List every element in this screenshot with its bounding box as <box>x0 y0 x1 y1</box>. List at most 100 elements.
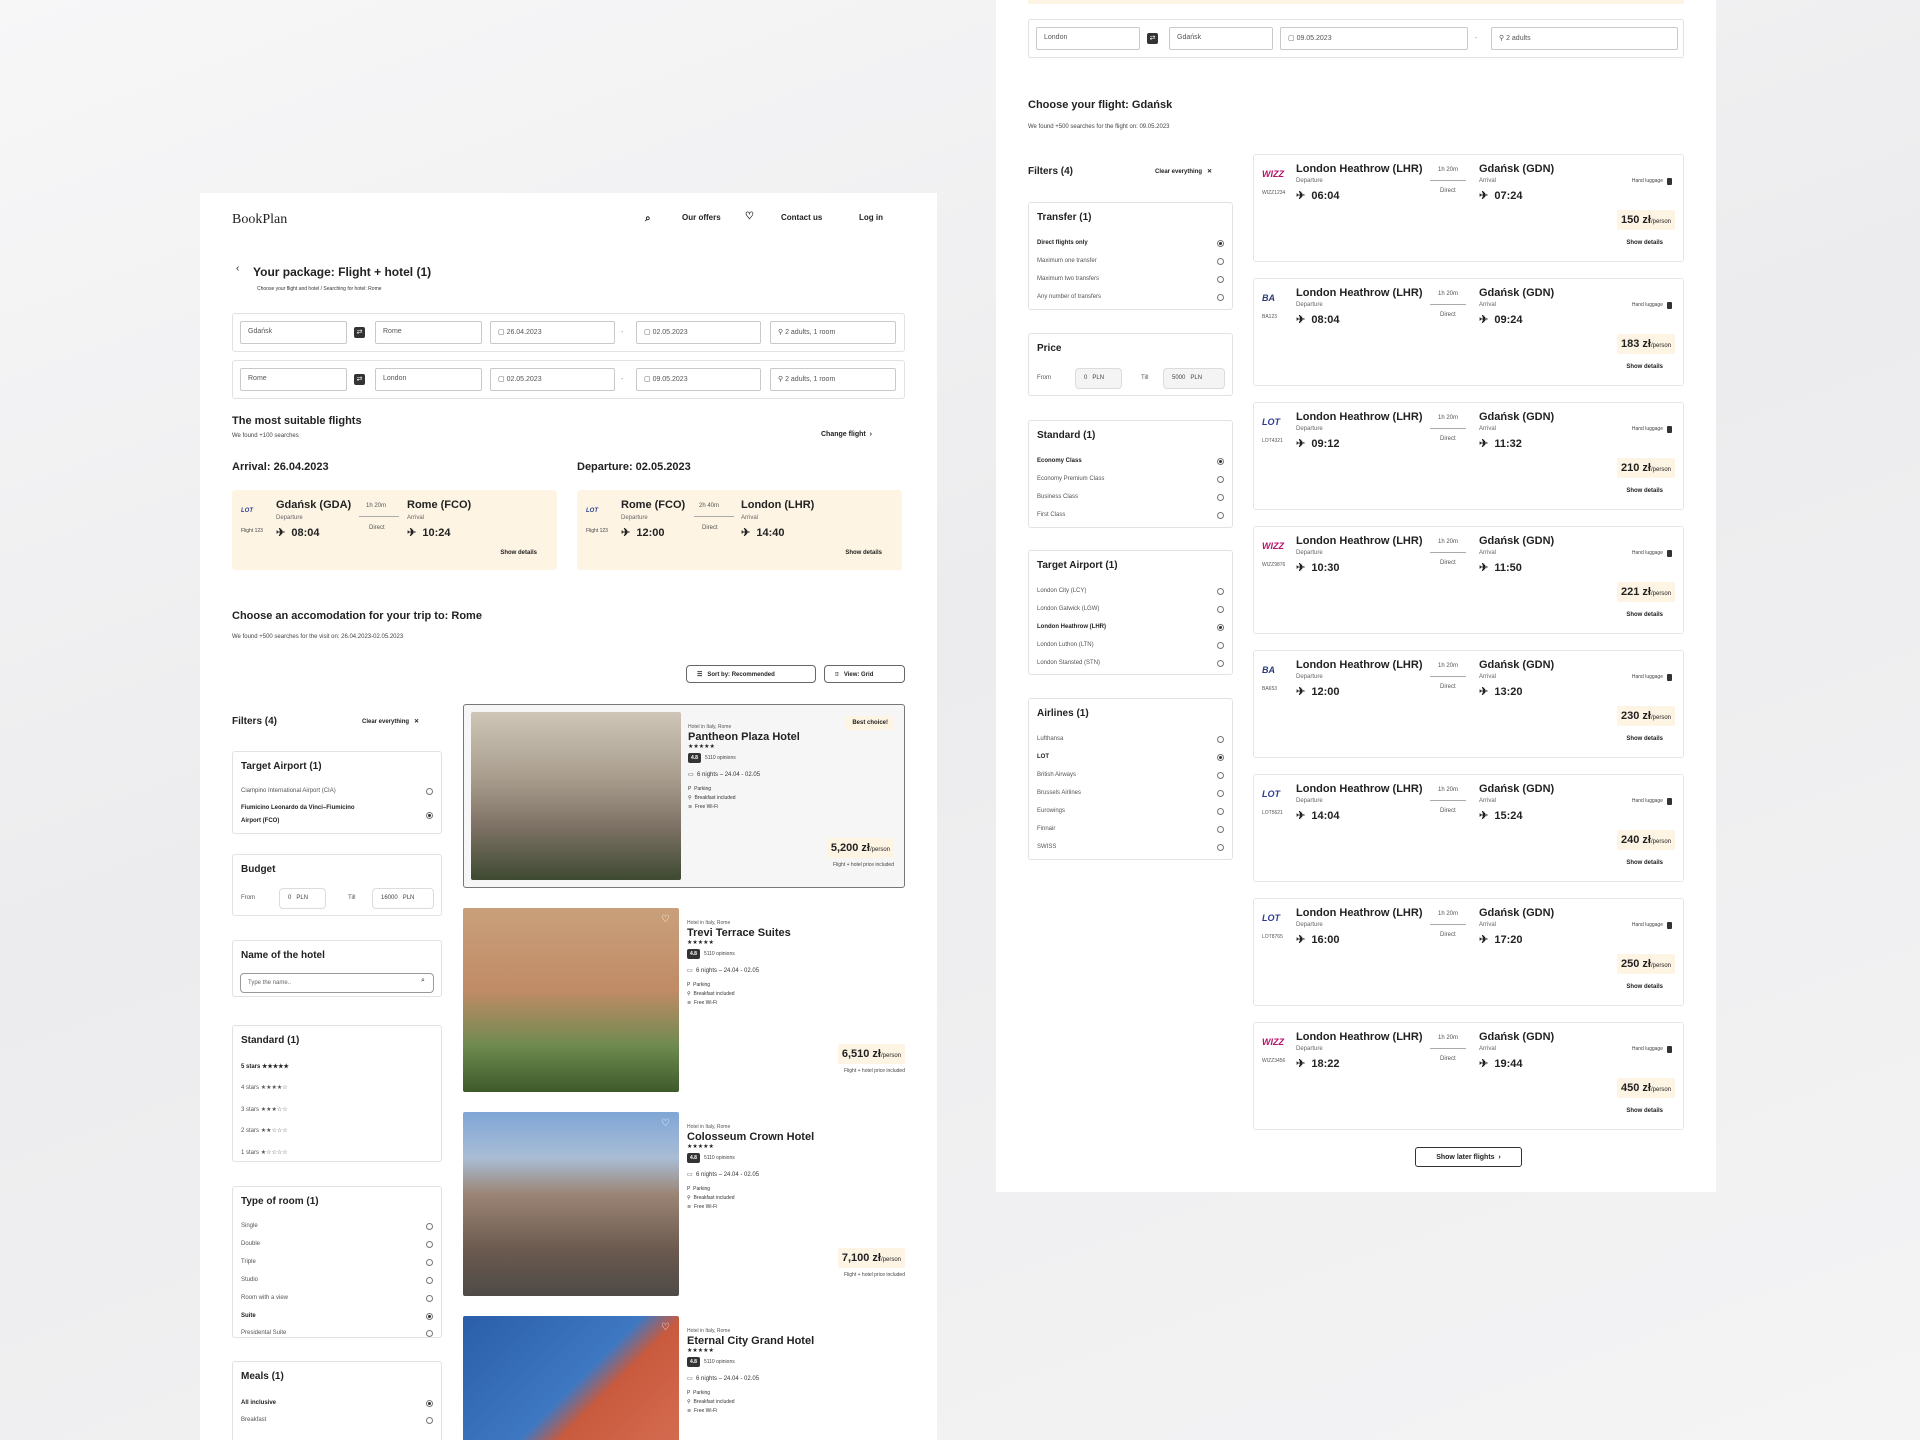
radio[interactable] <box>1217 624 1224 631</box>
class-option[interactable]: Economy Premium Class <box>1037 476 1104 482</box>
transfer-option[interactable]: Direct flights only <box>1037 240 1088 246</box>
radio[interactable] <box>426 1259 433 1266</box>
airline-option[interactable]: British Airways <box>1037 772 1076 778</box>
filter-option[interactable]: Ciampino International Airport (CIA) <box>241 788 336 794</box>
date-end-field[interactable]: ▢ 02.05.2023 <box>636 321 761 344</box>
show-details-link[interactable]: Show details <box>1626 612 1663 618</box>
heart-icon[interactable]: ♡ <box>661 1118 670 1129</box>
clear-filters-button[interactable]: Clear everything ✕ <box>1155 168 1212 175</box>
logo[interactable]: BookPlan <box>232 212 287 228</box>
view-grid-button[interactable]: ⁝⁝ View: Grid <box>824 665 905 683</box>
standard-option[interactable]: 3 stars ★★★☆☆ <box>241 1106 288 1113</box>
back-chevron-icon[interactable]: ‹ <box>236 263 239 274</box>
radio[interactable] <box>1217 494 1224 501</box>
radio[interactable] <box>426 1241 433 1248</box>
radio[interactable] <box>1217 642 1224 649</box>
airline-option[interactable]: Brussels Airlines <box>1037 790 1081 796</box>
radio[interactable] <box>1217 844 1224 851</box>
transfer-option[interactable]: Any number of transfers <box>1037 294 1101 300</box>
room-option[interactable]: Suite <box>241 1313 256 1319</box>
heart-icon[interactable]: ♡ <box>661 914 670 925</box>
radio-fiumicino[interactable] <box>426 812 433 819</box>
nav-our-offers[interactable]: Our offers <box>682 213 721 222</box>
standard-option[interactable]: 4 stars ★★★★☆ <box>241 1084 288 1091</box>
from-field[interactable]: Gdańsk <box>240 321 347 344</box>
meal-option[interactable]: Breakfast <box>241 1417 266 1423</box>
standard-option[interactable]: 2 stars ★★☆☆☆ <box>241 1127 288 1134</box>
budget-from-input[interactable]: 0 PLN <box>279 888 326 909</box>
airline-option[interactable]: SWISS <box>1037 844 1056 850</box>
airport-option[interactable]: London Stansted (STN) <box>1037 660 1100 666</box>
airport-option[interactable]: London Heathrow (LHR) <box>1037 624 1106 630</box>
room-option[interactable]: Presidental Suite <box>241 1330 286 1336</box>
transfer-option[interactable]: Maximum one transfer <box>1037 258 1097 264</box>
radio[interactable] <box>1217 588 1224 595</box>
airline-option[interactable]: LOT <box>1037 754 1049 760</box>
to-field[interactable]: Gdańsk <box>1169 27 1273 50</box>
room-option[interactable]: Room with a view <box>241 1295 288 1301</box>
flight-card-arrival[interactable]: LOT Flight 123 Gdańsk (GDA) Departure ✈ … <box>232 490 557 570</box>
nav-login[interactable]: Log in <box>859 213 883 222</box>
radio[interactable] <box>426 1330 433 1337</box>
hotel-card-selected[interactable]: Hotel in Italy, Rome Pantheon Plaza Hote… <box>463 704 905 888</box>
room-option[interactable]: Studio <box>241 1277 258 1283</box>
radio[interactable] <box>1217 458 1224 465</box>
hotel-card[interactable]: ♡ Hotel in Italy, Rome Eternal City Gran… <box>463 1316 905 1440</box>
class-option[interactable]: First Class <box>1037 512 1065 518</box>
show-details-link[interactable]: Show details <box>1626 488 1663 494</box>
radio[interactable] <box>426 1313 433 1320</box>
radio[interactable] <box>426 1277 433 1284</box>
airport-option[interactable]: London Gatwick (LGW) <box>1037 606 1099 612</box>
heart-icon[interactable]: ♡ <box>745 211 754 222</box>
radio[interactable] <box>1217 808 1224 815</box>
price-till-input[interactable]: 5000 PLN <box>1163 368 1225 389</box>
radio[interactable] <box>426 1417 433 1424</box>
meal-option[interactable]: All inclusive <box>241 1400 276 1406</box>
nav-contact[interactable]: Contact us <box>781 213 822 222</box>
radio[interactable] <box>1217 276 1224 283</box>
clear-filters-button[interactable]: Clear everything ✕ <box>362 718 419 725</box>
flight-result-card[interactable]: WIZZ WIZZ3456 London Heathrow (LHR) Depa… <box>1253 1022 1684 1130</box>
radio[interactable] <box>1217 826 1224 833</box>
class-option[interactable]: Business Class <box>1037 494 1078 500</box>
flight-result-card[interactable]: LOT LOT8765 London Heathrow (LHR) Depart… <box>1253 898 1684 1006</box>
show-later-flights-button[interactable]: Show later flights › <box>1415 1147 1522 1167</box>
hotel-name-input[interactable]: Type the name.. <box>240 973 434 993</box>
radio[interactable] <box>1217 660 1224 667</box>
flight-result-card[interactable]: LOT LOT5621 London Heathrow (LHR) Depart… <box>1253 774 1684 882</box>
radio[interactable] <box>426 1223 433 1230</box>
flight-result-card[interactable]: LOT LOT4321 London Heathrow (LHR) Depart… <box>1253 402 1684 510</box>
radio[interactable] <box>1217 294 1224 301</box>
show-details-link[interactable]: Show details <box>1626 984 1663 990</box>
show-details-link[interactable]: Show details <box>845 550 882 556</box>
flight-card-departure[interactable]: LOT Flight 123 Rome (FCO) Departure ✈ 12… <box>577 490 902 570</box>
room-option[interactable]: Triple <box>241 1259 256 1265</box>
show-details-link[interactable]: Show details <box>1626 364 1663 370</box>
change-flight-link[interactable]: Change flight › <box>821 431 872 438</box>
flight-result-card[interactable]: WIZZ WIZZ1234 London Heathrow (LHR) Depa… <box>1253 154 1684 262</box>
from-field[interactable]: Rome <box>240 368 347 391</box>
airport-option[interactable]: London City (LCY) <box>1037 588 1086 594</box>
flight-result-card[interactable]: BA BA123 London Heathrow (LHR) Departure… <box>1253 278 1684 386</box>
flight-result-card[interactable]: BA BA653 London Heathrow (LHR) Departure… <box>1253 650 1684 758</box>
date-field[interactable]: ▢ 09.05.2023 <box>1280 27 1468 50</box>
radio[interactable] <box>1217 476 1224 483</box>
radio[interactable] <box>426 1295 433 1302</box>
hotel-card[interactable]: ♡ Hotel in Italy, Rome Trevi Terrace Sui… <box>463 908 905 1092</box>
budget-till-input[interactable]: 16000 PLN <box>372 888 434 909</box>
radio[interactable] <box>1217 512 1224 519</box>
sort-button[interactable]: ☰ Sort by: Recommended <box>686 665 816 683</box>
radio[interactable] <box>1217 790 1224 797</box>
radio[interactable] <box>426 1400 433 1407</box>
to-field[interactable]: London <box>375 368 482 391</box>
filter-option[interactable]: Fiumicino Leonardo da Vinci–Fiumicino Ai… <box>241 802 371 828</box>
to-field[interactable]: Rome <box>375 321 482 344</box>
show-details-link[interactable]: Show details <box>1626 736 1663 742</box>
guests-field[interactable]: ⚲ 2 adults <box>1491 27 1678 50</box>
swap-icon[interactable]: ⇄ <box>1147 33 1158 44</box>
room-option[interactable]: Single <box>241 1223 258 1229</box>
guests-field[interactable]: ⚲ 2 adults, 1 room <box>770 368 896 391</box>
search-icon[interactable]: ⌕ <box>645 213 651 224</box>
room-option[interactable]: Double <box>241 1241 260 1247</box>
swap-icon[interactable]: ⇄ <box>354 374 365 385</box>
